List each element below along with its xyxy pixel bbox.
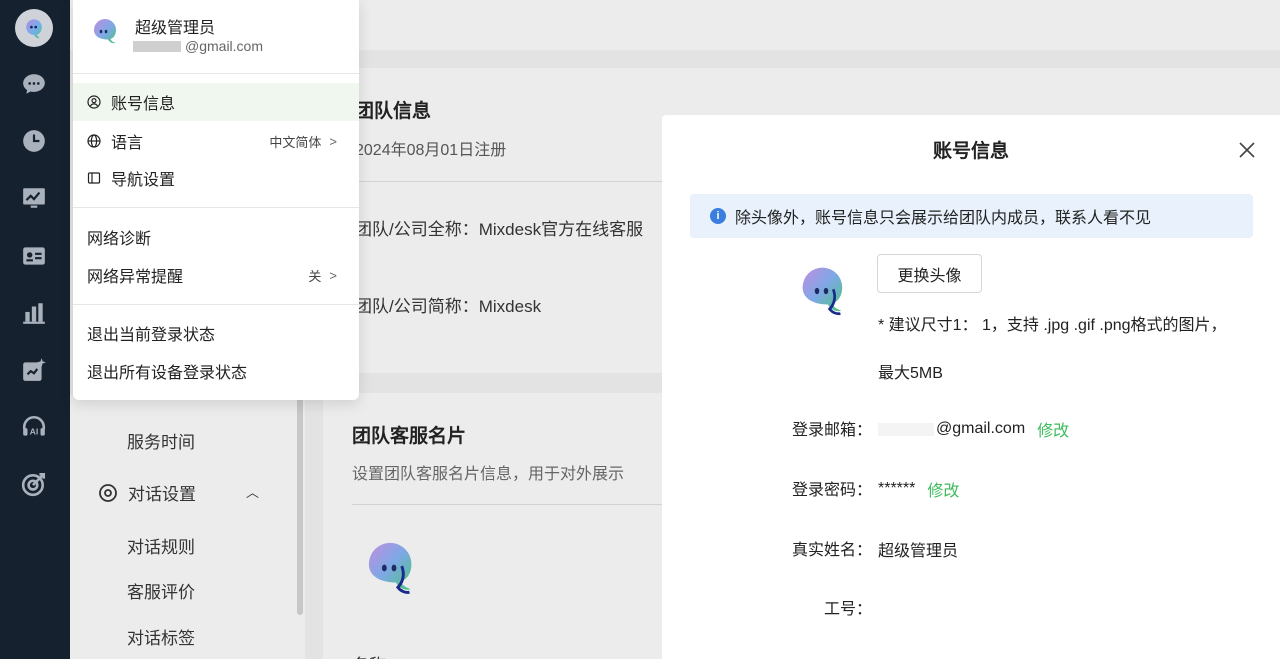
password-row-label: 登录密码： — [762, 477, 872, 499]
info-icon: i — [710, 208, 726, 224]
menu-item-label: 账号信息 — [111, 96, 176, 113]
network-alert-value: 关 > — [308, 266, 337, 285]
jobno-row-label: 工号： — [762, 596, 872, 618]
realname-value: 超级管理员 — [878, 543, 959, 560]
chat-settings-icon — [99, 483, 117, 502]
team-card-name: 名称：Mixdesk — [352, 651, 465, 659]
password-value: ****** — [878, 480, 916, 497]
sidebar-scrollbar[interactable] — [297, 395, 303, 615]
password-label: 登录密码： — [791, 482, 872, 499]
language-value: 中文简体 > — [269, 132, 337, 151]
history-clock-icon[interactable] — [20, 127, 48, 155]
language-current: 中文简体 — [269, 134, 322, 150]
user-email: @gmail.com — [133, 38, 263, 54]
realname-row-label: 真实姓名： — [762, 537, 872, 559]
info-notice: i 除头像外，账号信息只会展示给团队内成员，联系人看不见 — [690, 194, 1253, 238]
ai-headset-icon[interactable]: AI — [20, 413, 48, 441]
menu-item-language[interactable]: 语言 中文简体 > — [73, 122, 359, 160]
avatar-size-hint: 最大5MB — [878, 365, 943, 382]
divider — [73, 207, 359, 208]
contact-card-icon[interactable] — [20, 242, 48, 270]
menu-item-label: 退出所有设备登录状态 — [87, 365, 248, 382]
user-name: 超级管理员 — [135, 20, 216, 37]
team-registered-date: 2024年08月01日注册 — [355, 142, 507, 159]
change-avatar-button[interactable]: 更换头像 — [877, 254, 982, 293]
menu-item-logout-current[interactable]: 退出当前登录状态 — [73, 314, 359, 352]
svg-text:AI: AI — [30, 427, 39, 437]
team-short-name: 团队/公司简称：Mixdesk — [355, 297, 542, 316]
team-card-subtitle: 设置团队客服名片信息，用于对外展示 — [352, 466, 625, 483]
sidebar-item-service-time[interactable]: 服务时间 — [127, 428, 195, 453]
divider — [73, 304, 359, 305]
jobno-label: 工号： — [823, 601, 872, 618]
mascot-icon — [26, 19, 42, 39]
mascot-icon — [94, 19, 116, 44]
menu-item-logout-all[interactable]: 退出所有设备登录状态 — [73, 352, 359, 390]
sidebar-item-rating[interactable]: 客服评价 — [127, 578, 195, 603]
redacted-mask — [133, 40, 181, 52]
network-alert-status: 关 — [308, 268, 322, 284]
account-info-modal: 账号信息 i 除头像外，账号信息只会展示给团队内成员，联系人看不见 更换头像 *… — [662, 115, 1280, 659]
menu-item-nav-settings[interactable]: 导航设置 — [73, 159, 359, 197]
modal-title: 账号信息 — [932, 141, 1009, 162]
menu-item-account-info[interactable]: 账号信息 — [73, 83, 359, 121]
email-label: 登录邮箱： — [791, 422, 872, 439]
avatar-hint: * 建议尺寸1： 1，支持 .jpg .gif .png格式的图片， — [878, 317, 1227, 334]
marketing-sparkle-icon[interactable] — [20, 356, 48, 384]
globe-icon — [87, 134, 101, 148]
menu-item-label: 导航设置 — [111, 172, 176, 189]
menu-item-label: 语言 — [111, 135, 144, 152]
menu-item-label: 退出当前登录状态 — [87, 327, 216, 344]
user-email-text: @gmail.com — [185, 38, 264, 54]
team-full-name: 团队/公司全称：Mixdesk官方在线客服 — [355, 220, 644, 239]
mascot-icon — [802, 267, 843, 316]
team-card-title: 团队客服名片 — [352, 426, 467, 447]
user-avatar — [91, 16, 121, 51]
user-menu-dropdown: 超级管理员 @gmail.com 账号信息 语言 中文简体 > 导航设置 网络诊断… — [73, 0, 359, 400]
sidebar-icon — [87, 171, 101, 185]
mascot-icon — [368, 542, 412, 594]
sidebar-group-chat-settings[interactable]: 对话设置 ︿ — [98, 480, 259, 505]
notice-text: 除头像外，账号信息只会展示给团队内成员，联系人看不见 — [735, 210, 1152, 227]
menu-item-network-diagnose[interactable]: 网络诊断 — [73, 218, 359, 256]
password-value-row: ****** 修改 — [878, 477, 959, 501]
email-value: @gmail.com — [936, 420, 1026, 437]
divider — [73, 73, 359, 74]
email-row-label: 登录邮箱： — [762, 417, 872, 439]
chevron-right-icon: > — [329, 133, 337, 149]
modify-password-link[interactable]: 修改 — [927, 477, 959, 501]
redacted-mask — [878, 422, 934, 436]
menu-item-network-alert[interactable]: 网络异常提醒 关 > — [73, 256, 359, 294]
realname-label: 真实姓名： — [791, 542, 872, 559]
app-logo[interactable] — [15, 9, 53, 47]
user-circle-icon — [87, 95, 101, 109]
menu-item-label: 网络异常提醒 — [87, 269, 184, 286]
user-menu-header: 超级管理员 @gmail.com — [73, 0, 359, 72]
chat-bubble-icon[interactable] — [20, 70, 48, 98]
chevron-up-icon: ︿ — [246, 485, 260, 500]
sidebar-item-tags[interactable]: 对话标签 — [127, 624, 195, 649]
left-nav-rail: AI — [0, 0, 70, 659]
modify-email-link[interactable]: 修改 — [1037, 417, 1069, 441]
team-info-title: 团队信息 — [355, 101, 432, 122]
monitor-chart-icon[interactable] — [20, 184, 48, 212]
sidebar-group-label: 对话设置 — [128, 485, 196, 504]
sidebar-item-chat-rules[interactable]: 对话规则 — [127, 533, 195, 558]
close-icon[interactable] — [1236, 139, 1258, 161]
account-avatar — [799, 262, 853, 325]
team-avatar — [365, 537, 423, 604]
email-value-row: @gmail.com 修改 — [878, 417, 1069, 441]
menu-item-label: 网络诊断 — [87, 231, 152, 248]
chevron-right-icon: > — [329, 267, 337, 283]
stats-bar-icon[interactable] — [20, 299, 48, 327]
target-icon[interactable] — [20, 470, 48, 498]
